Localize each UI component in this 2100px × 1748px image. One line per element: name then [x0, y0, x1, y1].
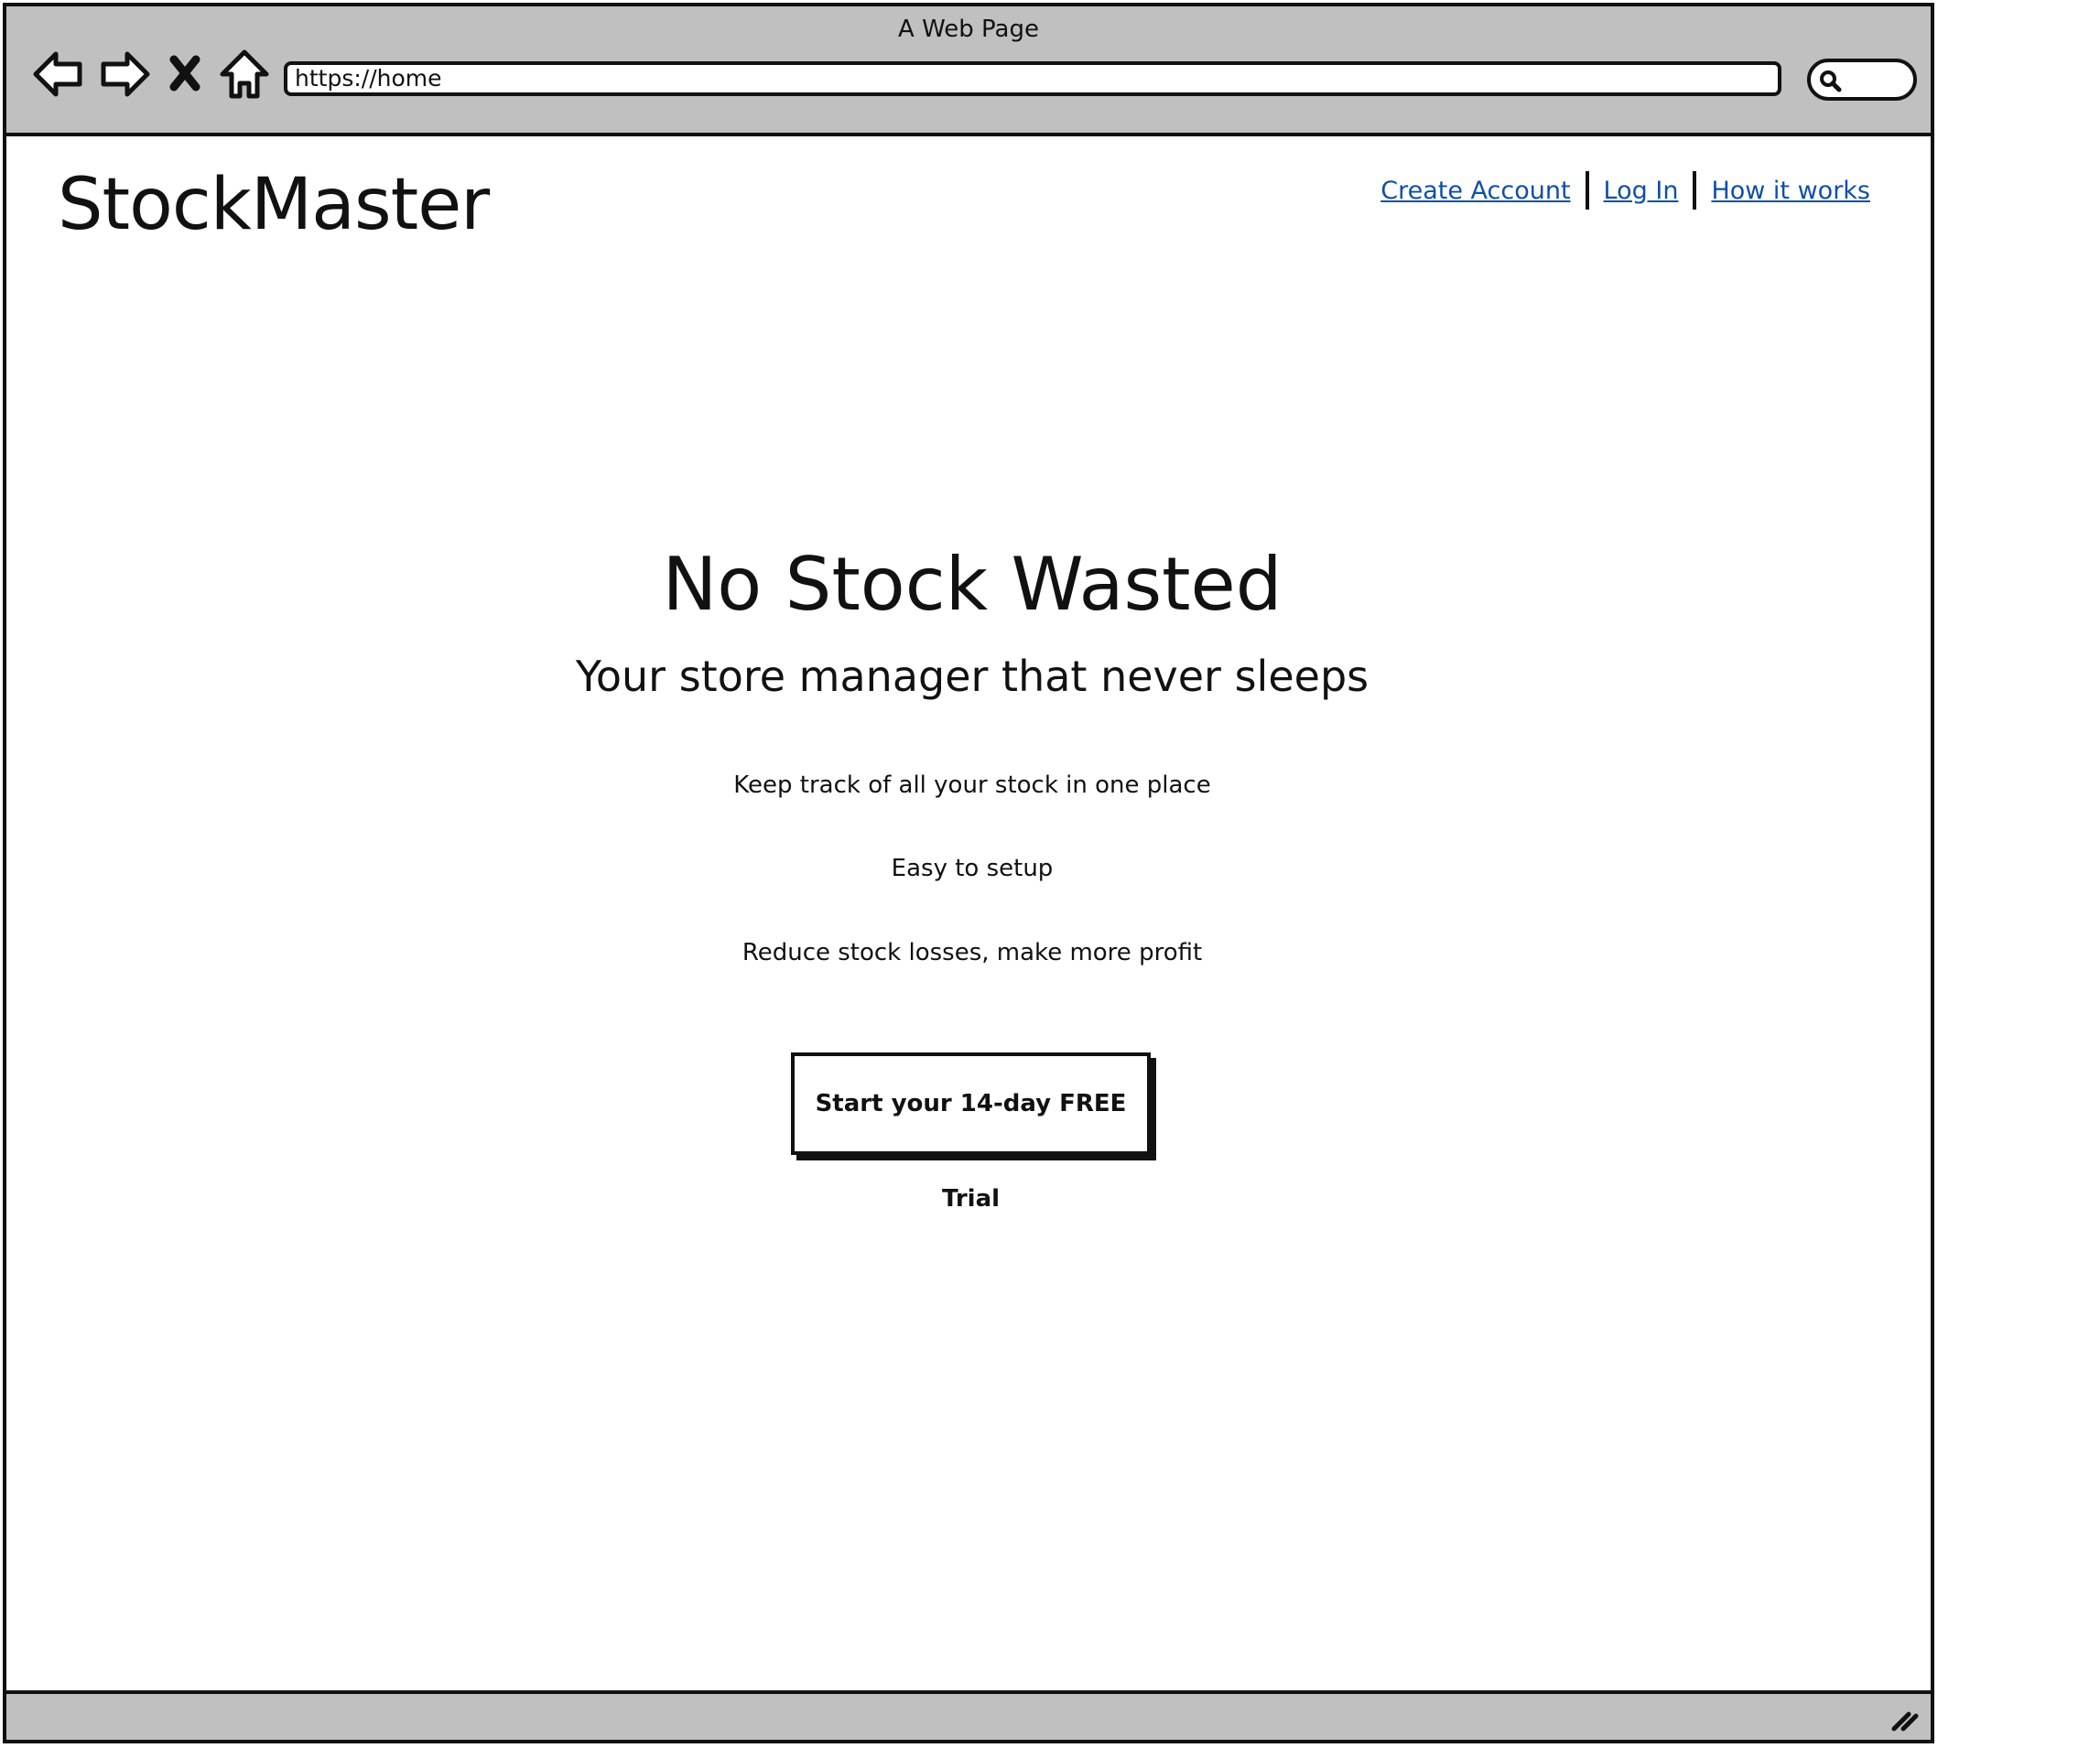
nav-divider	[1585, 171, 1589, 210]
top-navigation: Create Account Log In How it works	[1380, 171, 1870, 210]
feature-item: Easy to setup	[891, 855, 1054, 882]
nav-divider	[1693, 171, 1697, 210]
hero-title: No Stock Wasted	[662, 542, 1283, 627]
browser-search-field[interactable]	[1807, 59, 1917, 101]
home-icon[interactable]	[219, 47, 270, 102]
hero-subtitle: Your store manager that never sleeps	[575, 652, 1369, 701]
search-icon	[1818, 69, 1842, 92]
stop-icon[interactable]	[167, 47, 203, 102]
site-logo[interactable]: StockMaster	[58, 164, 490, 246]
browser-toolbar: A Web Page https://home	[6, 6, 1931, 136]
create-account-link[interactable]: Create Account	[1380, 177, 1570, 205]
url-input[interactable]: https://home	[284, 61, 1781, 96]
feature-item: Keep track of all your stock in one plac…	[733, 771, 1211, 799]
start-free-trial-button[interactable]: Start your 14-day FREE Trial	[791, 1052, 1151, 1213]
browser-window: A Web Page https://home StockMaster Crea…	[3, 3, 1934, 1743]
resize-grip-icon[interactable]	[1889, 1705, 1921, 1732]
feature-item: Reduce stock losses, make more profit	[741, 939, 1203, 966]
window-title: A Web Page	[898, 16, 1039, 43]
forward-arrow-icon[interactable]	[98, 47, 153, 102]
how-it-works-link[interactable]: How it works	[1711, 177, 1870, 205]
log-in-link[interactable]: Log In	[1604, 177, 1679, 205]
back-arrow-icon[interactable]	[30, 47, 85, 102]
browser-status-bar	[6, 1690, 1931, 1740]
